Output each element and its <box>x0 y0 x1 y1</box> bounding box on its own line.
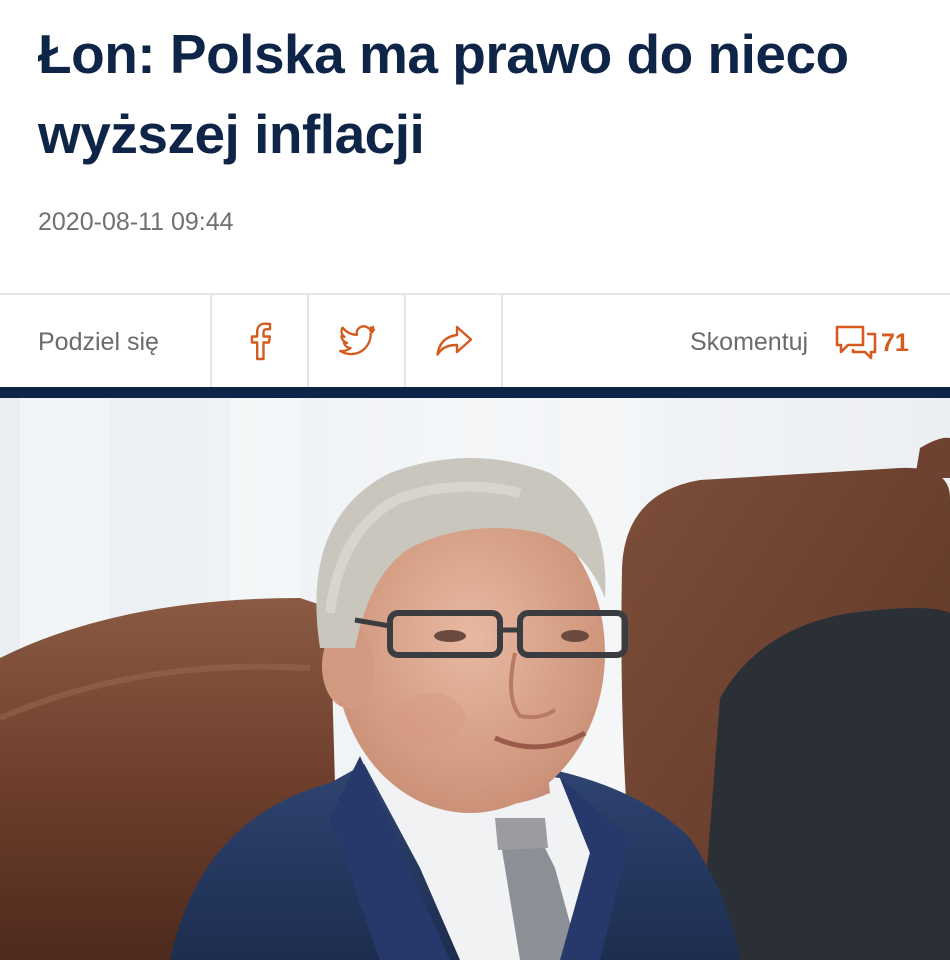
share-bar: Podziel się Skomentuj <box>0 293 950 389</box>
article-headline: Łon: Polska ma prawo do nieco wyższej in… <box>38 23 849 165</box>
divider <box>307 295 309 389</box>
photo-illustration <box>0 398 950 960</box>
share-arrow-icon <box>436 325 473 356</box>
comment-bubbles-icon[interactable] <box>834 324 878 362</box>
twitter-icon <box>339 325 376 356</box>
share-label: Podziel się <box>38 328 159 356</box>
article-photo <box>0 398 950 960</box>
divider <box>210 295 212 389</box>
share-button[interactable] <box>407 295 501 387</box>
twitter-share-button[interactable] <box>310 295 404 387</box>
header-divider <box>0 387 950 398</box>
divider <box>404 295 406 389</box>
facebook-share-button[interactable] <box>213 295 307 387</box>
facebook-icon <box>250 322 272 361</box>
comment-count[interactable]: 71 <box>881 329 909 358</box>
article-date: 2020-08-11 09:44 <box>38 208 234 236</box>
comment-link[interactable]: Skomentuj <box>690 328 808 357</box>
divider <box>501 295 503 389</box>
